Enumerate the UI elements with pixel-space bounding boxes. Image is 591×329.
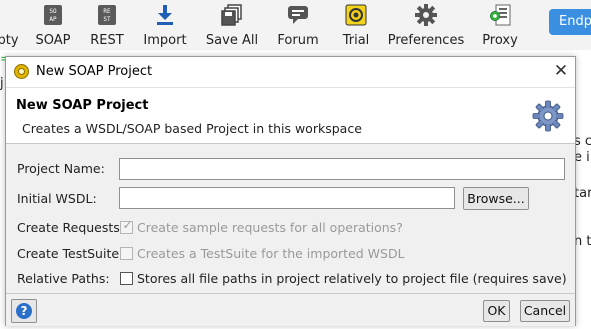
header-title: New SOAP Project bbox=[16, 98, 149, 113]
initial-wsdl-label: Initial WSDL: bbox=[17, 191, 97, 206]
toolbar-preferences-button[interactable]: Preferences bbox=[387, 0, 465, 50]
create-requests-checkbox[interactable]: ✓ bbox=[120, 218, 133, 234]
svg-text:AP: AP bbox=[49, 16, 57, 23]
svg-text:ST: ST bbox=[103, 16, 111, 23]
relative-paths-label: Relative Paths: bbox=[17, 271, 110, 286]
toolbar-import-label: Import bbox=[143, 33, 187, 48]
toolbar-forum-label: Forum bbox=[277, 33, 319, 48]
toolbar-trial-label: Trial bbox=[342, 33, 370, 48]
browse-button[interactable]: Browse... bbox=[463, 187, 529, 210]
create-requests-label: Create Requests: bbox=[17, 220, 125, 235]
create-requests-text: Create sample requests for all operation… bbox=[137, 220, 403, 235]
toolbar-soap-label: SOAP bbox=[35, 33, 71, 48]
create-testsuite-text: Creates a TestSuite for the imported WSD… bbox=[137, 246, 405, 261]
toolbar-empty-button[interactable]: pty bbox=[0, 0, 22, 50]
toolbar-preferences-label: Preferences bbox=[387, 33, 465, 48]
soapui-logo-icon bbox=[14, 64, 29, 79]
dialog-header-panel: New SOAP Project Creates a WSDL/SOAP bas… bbox=[6, 88, 575, 144]
close-icon[interactable]: ✕ bbox=[552, 61, 570, 81]
header-description: Creates a WSDL/SOAP based Project in thi… bbox=[22, 121, 362, 136]
dialog-title: New SOAP Project bbox=[36, 64, 153, 79]
toolbar-proxy-button[interactable]: Proxy bbox=[482, 0, 518, 50]
background-text-fragment: j bbox=[0, 76, 4, 91]
ok-button[interactable]: OK bbox=[483, 300, 510, 322]
project-name-input[interactable] bbox=[119, 158, 565, 180]
background-text-fragment: e i bbox=[574, 150, 590, 165]
proxy-icon bbox=[489, 4, 511, 26]
rest-icon: RE ST bbox=[96, 4, 118, 26]
forum-icon bbox=[287, 4, 309, 26]
toolbar-rest-button[interactable]: RE ST REST bbox=[90, 0, 124, 50]
relative-paths-text: Stores all file paths in project relativ… bbox=[137, 271, 567, 286]
empty-project-icon bbox=[0, 4, 19, 26]
project-name-label: Project Name: bbox=[17, 161, 105, 176]
toolbar-forum-button[interactable]: Forum bbox=[277, 0, 319, 50]
toolbar-proxy-label: Proxy bbox=[482, 33, 518, 48]
dialog-button-bar: ? OK Cancel bbox=[6, 293, 575, 326]
initial-wsdl-input[interactable] bbox=[119, 187, 455, 209]
background-text-fragment: n to bbox=[574, 234, 591, 249]
help-icon: ? bbox=[16, 303, 32, 319]
dialog-titlebar[interactable]: New SOAP Project ✕ bbox=[6, 57, 575, 88]
gear-icon bbox=[415, 4, 437, 26]
svg-text:SO: SO bbox=[49, 8, 57, 15]
new-soap-project-dialog: New SOAP Project ✕ New SOAP Project Crea… bbox=[5, 56, 576, 326]
create-testsuite-label: Create TestSuite: bbox=[17, 246, 124, 261]
relative-paths-checkbox[interactable] bbox=[120, 272, 133, 285]
create-testsuite-checkbox[interactable] bbox=[120, 247, 133, 260]
settings-gear-icon bbox=[532, 100, 564, 132]
background-text-fragment: s c bbox=[574, 134, 591, 149]
toolbar-rest-label: REST bbox=[90, 33, 124, 48]
svg-text:RE: RE bbox=[103, 8, 111, 15]
background-text-fragment: tar bbox=[574, 186, 591, 201]
toolbar-import-button[interactable]: Import bbox=[142, 0, 188, 50]
main-toolbar: pty SO AP SOAP RE ST REST Import Save Al… bbox=[0, 0, 591, 50]
save-all-icon bbox=[221, 4, 243, 26]
toolbar-empty-label: pty bbox=[0, 33, 19, 48]
cancel-button[interactable]: Cancel bbox=[520, 300, 570, 322]
toolbar-save-all-button[interactable]: Save All bbox=[205, 0, 259, 50]
toolbar-trial-button[interactable]: Trial bbox=[340, 0, 372, 50]
endpoint-button[interactable]: Endp bbox=[549, 9, 591, 35]
toolbar-save-all-label: Save All bbox=[205, 33, 259, 48]
toolbar-soap-button[interactable]: SO AP SOAP bbox=[33, 0, 73, 50]
help-button[interactable]: ? bbox=[11, 299, 37, 323]
checkmark-icon: ✓ bbox=[122, 218, 133, 232]
import-icon bbox=[154, 4, 176, 26]
soap-icon: SO AP bbox=[42, 4, 64, 26]
trial-icon bbox=[345, 4, 367, 26]
